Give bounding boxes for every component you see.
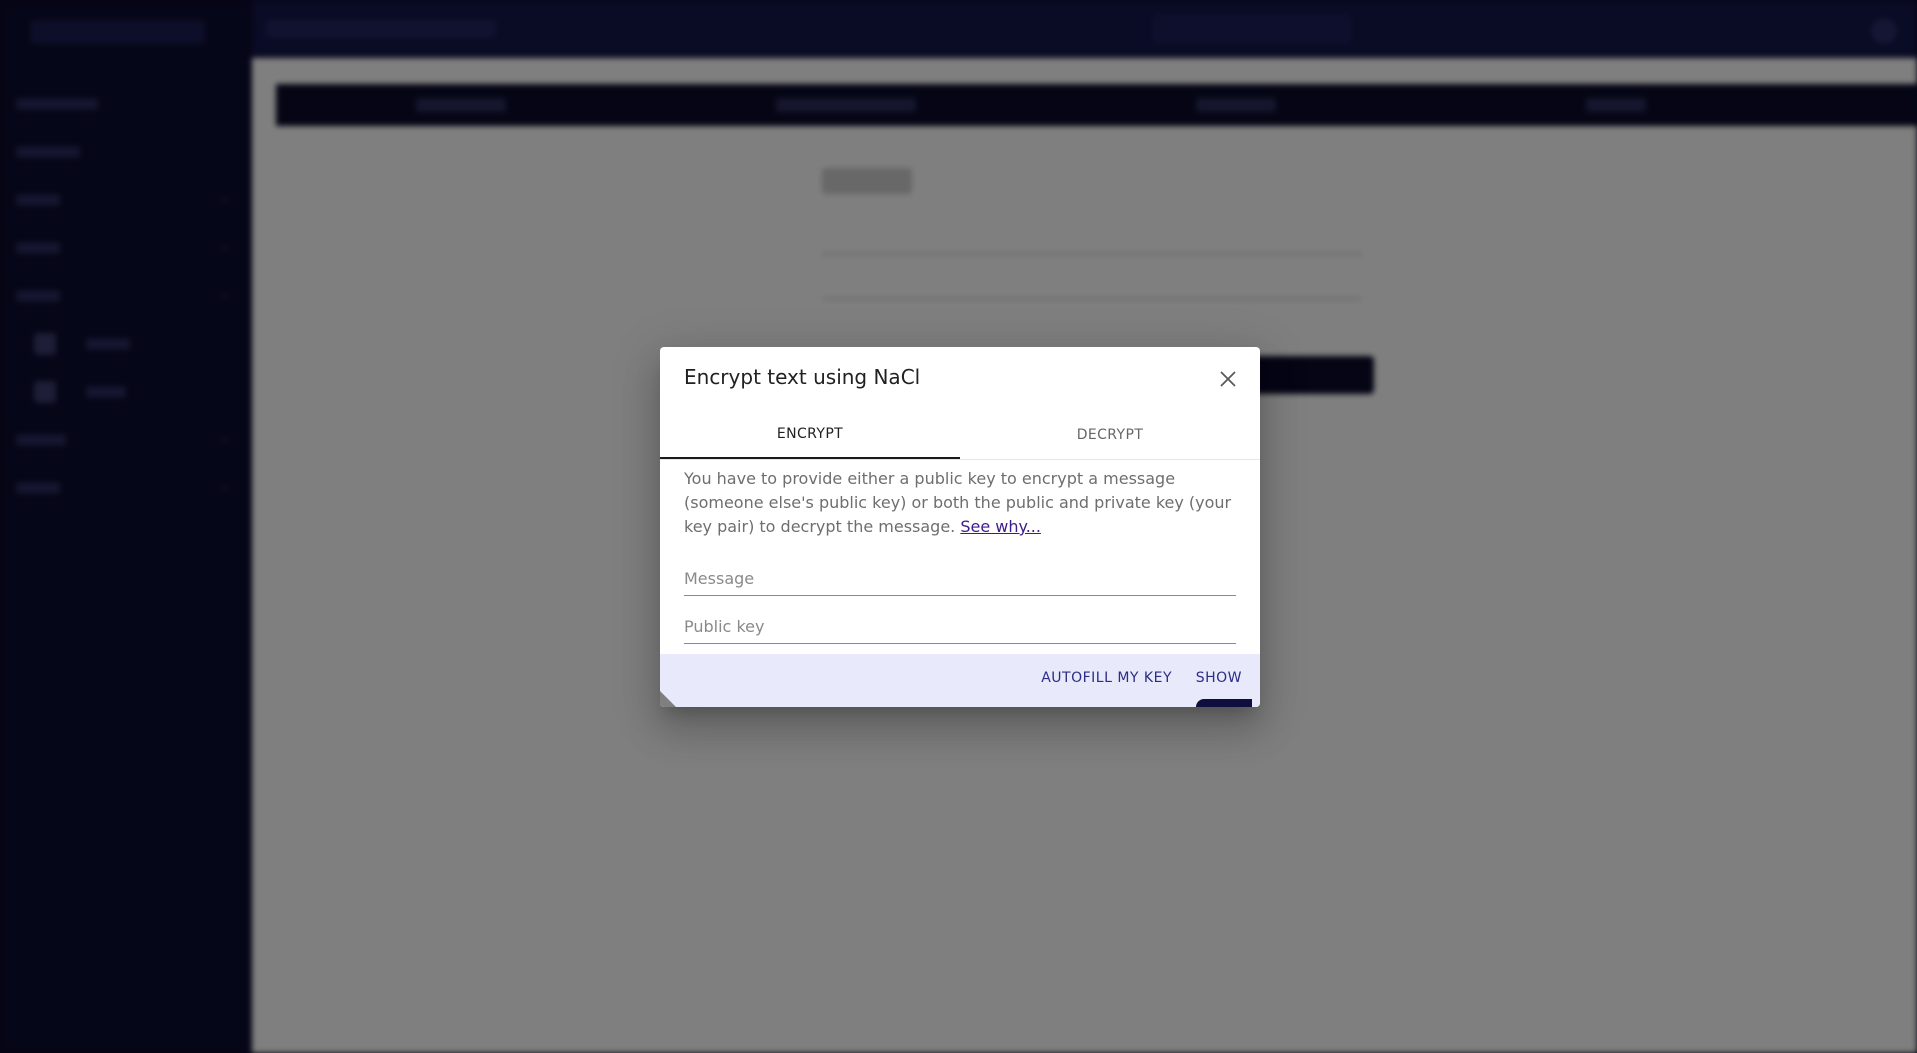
tab-decrypt[interactable]: DECRYPT bbox=[960, 411, 1260, 459]
dialog-title: Encrypt text using NaCl bbox=[684, 365, 921, 389]
mode-tabs: ENCRYPT DECRYPT bbox=[660, 411, 1260, 460]
description-body: You have to provide either a public key … bbox=[684, 469, 1232, 536]
close-icon[interactable] bbox=[1216, 367, 1240, 391]
see-why-link[interactable]: See why... bbox=[960, 517, 1041, 536]
encrypt-dialog: Encrypt text using NaCl ENCRYPT DECRYPT … bbox=[660, 347, 1260, 707]
description-text: You have to provide either a public key … bbox=[684, 467, 1240, 539]
public-key-input[interactable] bbox=[684, 609, 1236, 644]
message-input[interactable] bbox=[684, 561, 1236, 596]
dialog-actions: AUTOFILL MY KEY SHOW bbox=[660, 654, 1260, 707]
show-button[interactable]: SHOW bbox=[1196, 670, 1242, 686]
tab-encrypt[interactable]: ENCRYPT bbox=[660, 411, 960, 459]
submit-button-edge[interactable] bbox=[1196, 699, 1252, 707]
corner-notch bbox=[660, 691, 676, 707]
autofill-my-key-button[interactable]: AUTOFILL MY KEY bbox=[1041, 670, 1172, 686]
